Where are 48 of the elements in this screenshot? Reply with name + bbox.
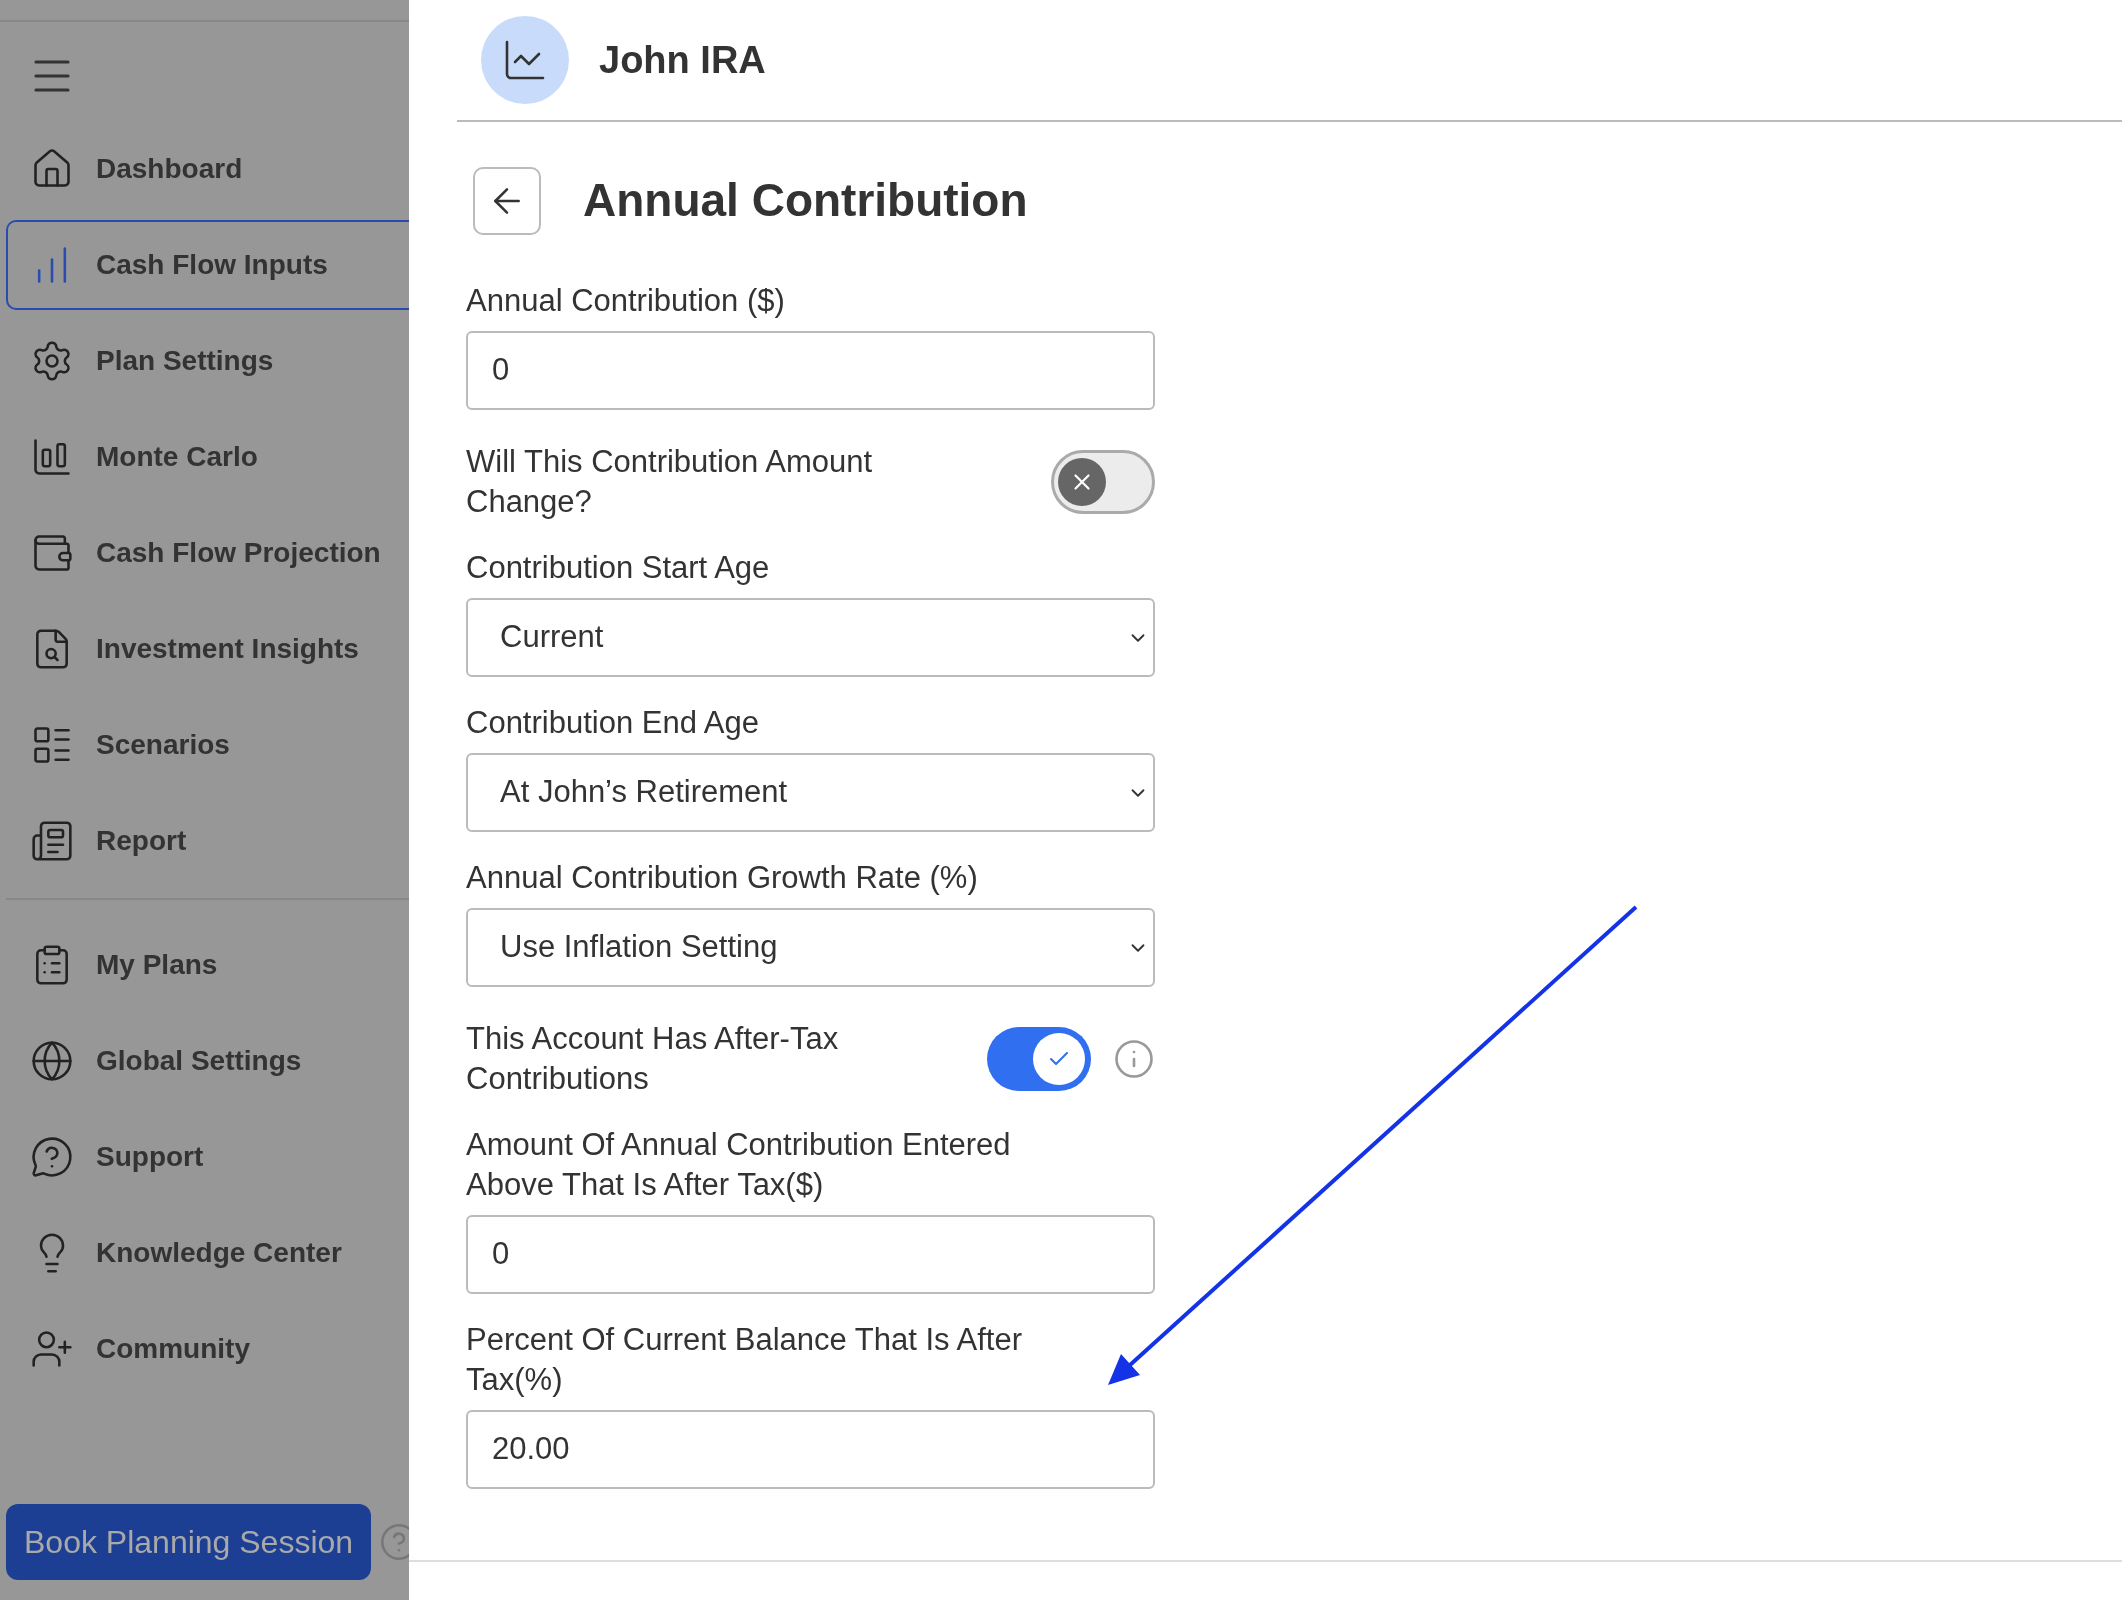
sidebar-item[interactable]: Cash Flow Projection (6, 508, 409, 598)
input-field[interactable]: 0 (466, 1215, 1155, 1294)
sidebar-label: Community (96, 1332, 250, 1366)
field-label: Contribution End Age (466, 704, 760, 742)
sidebar-label: Dashboard (96, 152, 243, 186)
sidebar-item[interactable]: Global Settings (6, 1016, 409, 1106)
sidebar-label: My Plans (96, 948, 218, 982)
sidebar-item[interactable]: Dashboard (6, 124, 409, 214)
sidebar-label: Report (96, 824, 187, 858)
sidebar-item[interactable]: Report (6, 796, 409, 886)
report-icon (30, 819, 74, 863)
select-field[interactable]: At John’s Retirement (466, 753, 1155, 832)
sidebar-item[interactable]: Scenarios (6, 700, 409, 790)
sidebar-label: Support (96, 1140, 204, 1174)
sidebar-label: Investment Insights (96, 632, 359, 666)
sidebar-label: Knowledge Center (96, 1236, 342, 1270)
page-title: Annual Contribution (583, 173, 1028, 228)
book-session-button[interactable]: Book Planning Session (6, 1504, 372, 1580)
field-label: Contribution Start Age (466, 549, 771, 587)
select-field[interactable]: Current (466, 598, 1155, 677)
help-bubble-icon (30, 1135, 74, 1179)
field-label: Percent Of Current Balance That Is After Tax(%) (466, 1321, 1023, 1399)
info-icon[interactable] (1113, 1038, 1155, 1080)
sidebar-item[interactable]: My Plans (6, 920, 409, 1010)
field-label: Amount Of Annual Contribution Entered Above That Is After Tax($) (466, 1126, 1012, 1204)
input-field[interactable]: 20.00 (466, 1410, 1155, 1489)
select-field[interactable]: Use Inflation Setting (466, 908, 1155, 987)
back-button[interactable] (473, 166, 541, 235)
account-title: John IRA (599, 37, 766, 83)
sidebar-item[interactable]: Support (6, 1112, 409, 1202)
field-label: This Account Has After-Tax Contributions (466, 1020, 840, 1098)
sidebar-label: Scenarios (96, 728, 230, 762)
field-label: Annual Contribution Growth Rate (%) (466, 859, 979, 897)
input-field[interactable]: 0 (466, 331, 1155, 410)
sidebar-label: Cash Flow Inputs (96, 248, 328, 282)
sidebar-label: Monte Carlo (96, 440, 258, 474)
sidebar-item[interactable]: Community (6, 1304, 409, 1394)
sidebar-label: Cash Flow Projection (96, 536, 381, 570)
field-label: Will This Contribution Amount Change? (466, 443, 874, 521)
sidebar-item[interactable]: Monte Carlo (6, 412, 409, 502)
sidebar-label: Global Settings (96, 1044, 302, 1078)
sidebar-label: Plan Settings (96, 344, 274, 378)
sidebar-item[interactable]: Cash Flow Inputs (6, 220, 409, 310)
sidebar-item[interactable]: Knowledge Center (6, 1208, 409, 1298)
field-label: Annual Contribution ($) (466, 282, 786, 320)
globe-icon (30, 1039, 74, 1083)
sidebar-item[interactable]: Plan Settings (6, 316, 409, 406)
sidebar-item[interactable]: Investment Insights (6, 604, 409, 694)
